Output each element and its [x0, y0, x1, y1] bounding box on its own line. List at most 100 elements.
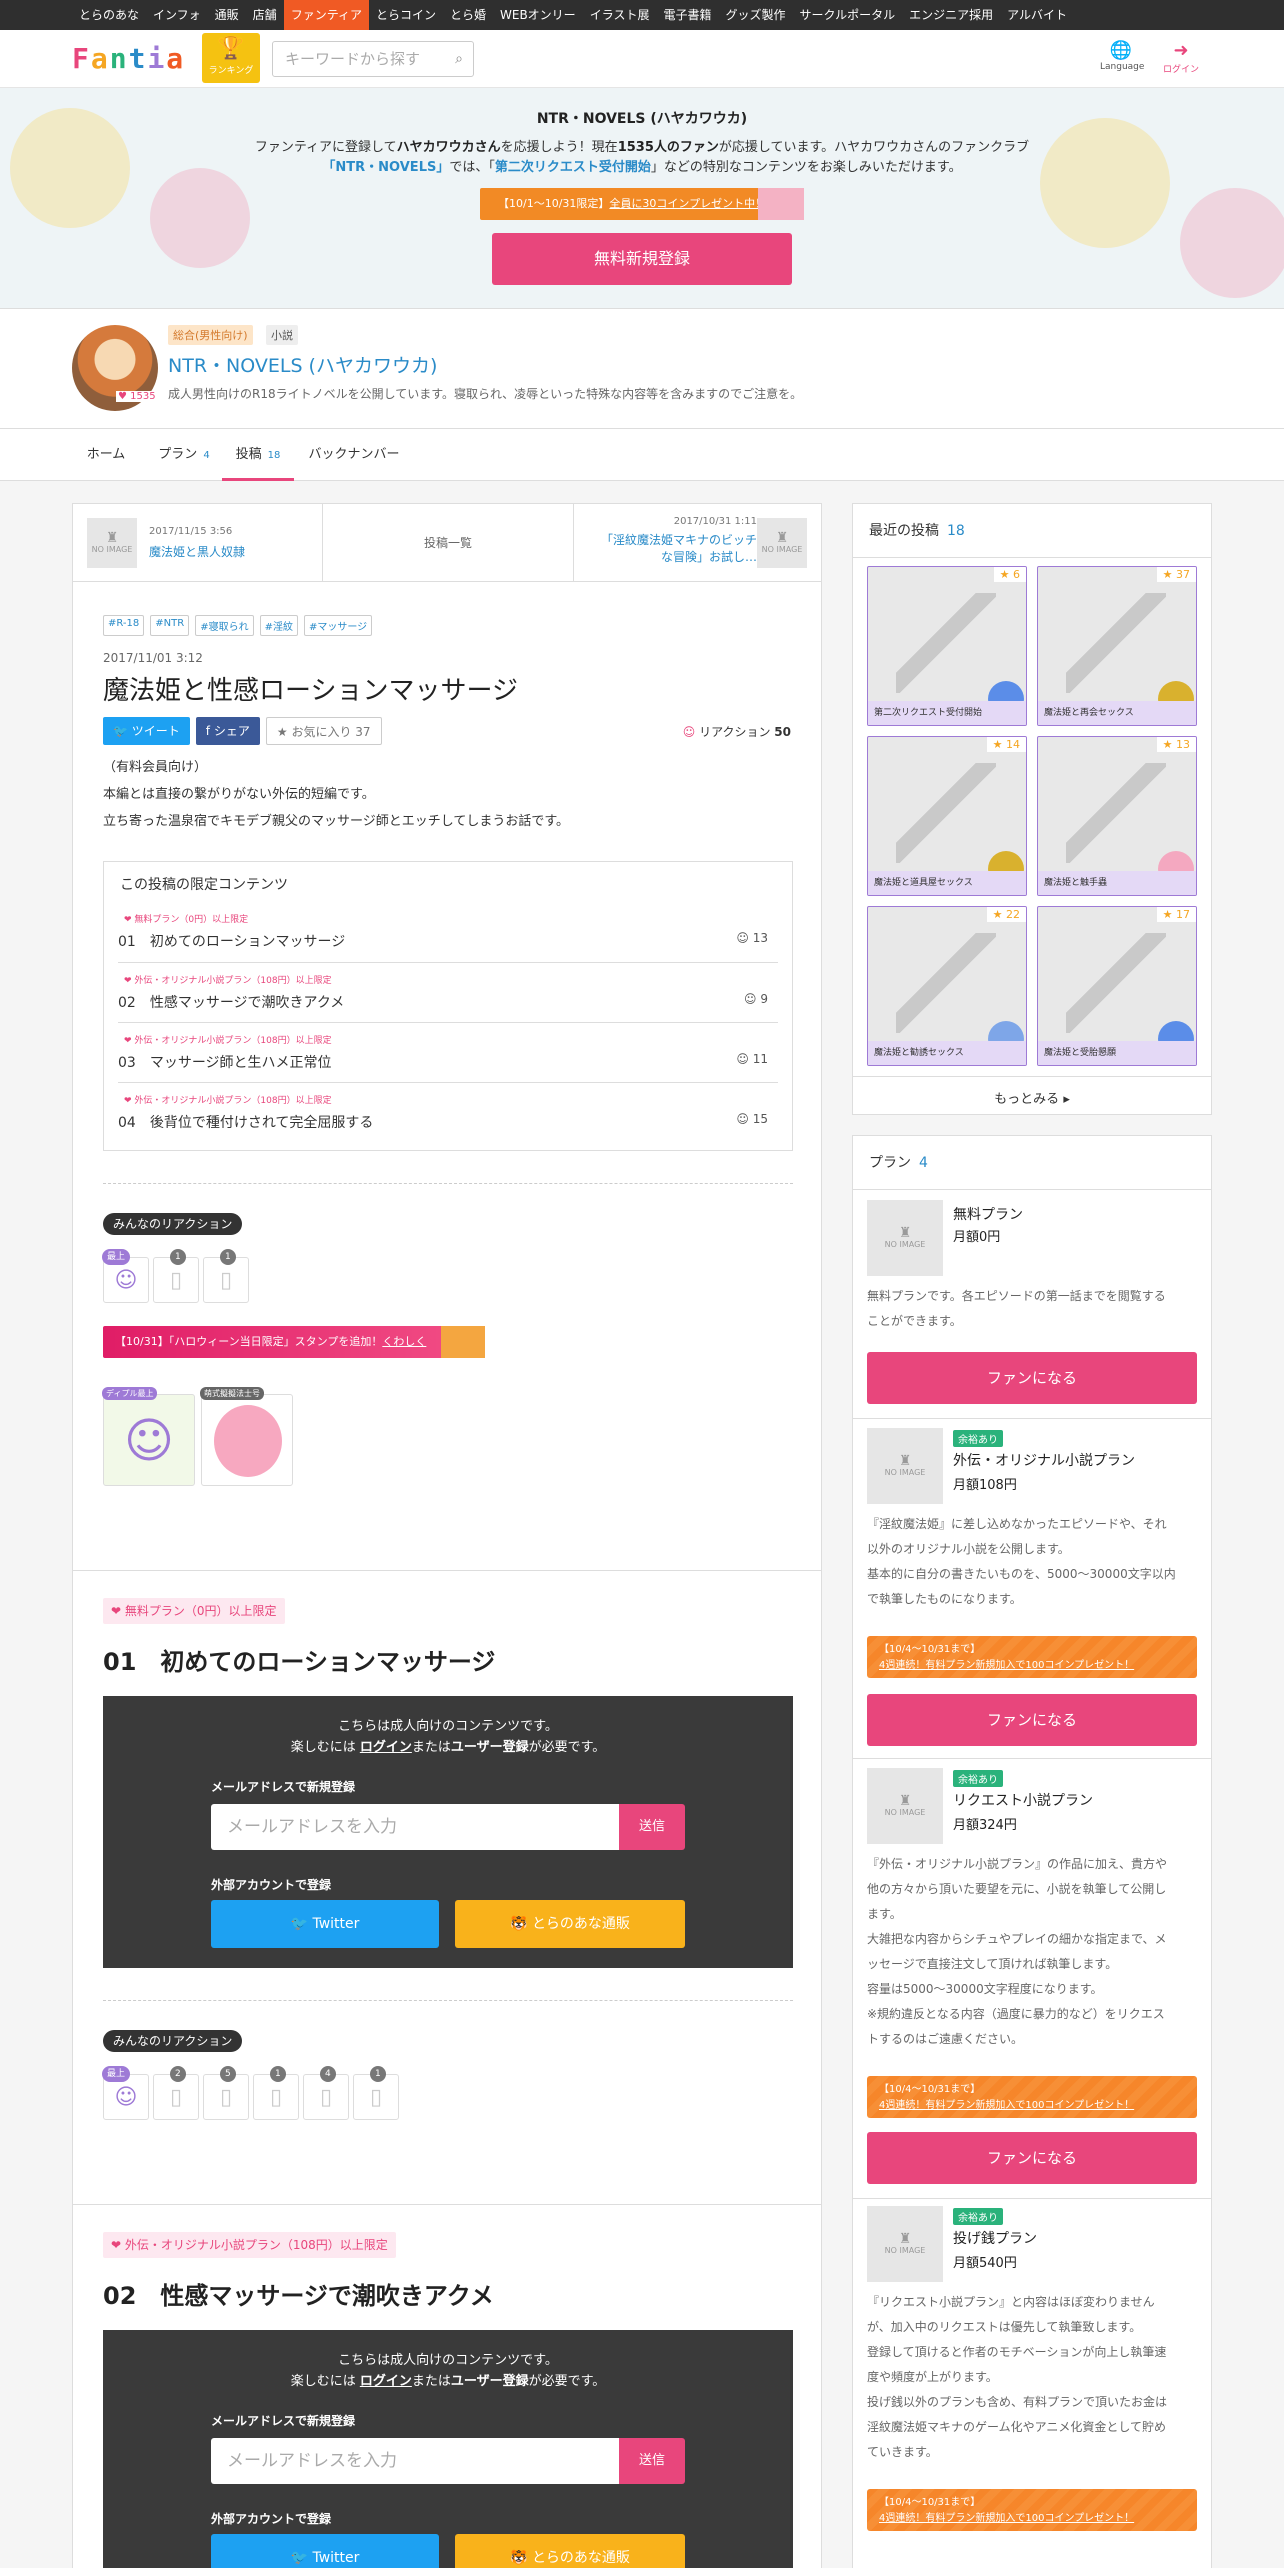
- reaction-button[interactable]: 1 ▯: [203, 1249, 249, 1303]
- recent-post-card[interactable]: ★ 13 魔法姫と触手蟲: [1037, 736, 1197, 896]
- divider: [103, 1183, 793, 1184]
- nav-store[interactable]: 店舗: [246, 0, 284, 30]
- recent-post-card[interactable]: ★ 22 魔法姫と勧誘セックス: [867, 906, 1027, 1066]
- send-button[interactable]: 送信: [619, 1804, 685, 1850]
- tab-plans[interactable]: プラン 4: [154, 429, 214, 481]
- login-button[interactable]: ➜ ログイン: [1160, 40, 1202, 75]
- nav-circle[interactable]: サークルポータル: [792, 0, 902, 30]
- heart-icon: ❤: [124, 1096, 132, 1106]
- tag[interactable]: #淫紋: [259, 615, 298, 636]
- login-icon: ➜: [1173, 40, 1189, 61]
- fan-join-button[interactable]: ファンになる: [867, 2132, 1197, 2184]
- tag[interactable]: #NTR: [150, 615, 190, 636]
- reaction-button[interactable]: 1 ▯: [253, 2066, 299, 2120]
- register-button[interactable]: 無料新規登録: [492, 233, 792, 285]
- limited-item-title: 02 性感マッサージで潮吹きアクメ: [118, 995, 345, 1011]
- reaction-button[interactable]: 最上 ☺: [102, 1249, 149, 1303]
- trophy-icon: 🏆: [217, 36, 245, 61]
- tag[interactable]: #寝取られ: [195, 615, 254, 636]
- reaction-summary: ☺ リアクション 50: [682, 725, 791, 739]
- toranoana-register-button[interactable]: 🐯 とらのあな通販: [455, 1900, 685, 1948]
- recent-post-card[interactable]: ★ 37 魔法姫と再会セックス: [1037, 566, 1197, 726]
- reaction-button[interactable]: 5 ▯: [203, 2066, 249, 2120]
- fan-join-button[interactable]: ファンになる: [867, 1352, 1197, 1404]
- send-button[interactable]: 送信: [619, 2438, 685, 2484]
- ranking-button[interactable]: 🏆 ランキング: [202, 33, 260, 83]
- nav-illust[interactable]: イラスト展: [583, 0, 657, 30]
- nav-engineer[interactable]: エンジニア採用: [902, 0, 1000, 30]
- limited-item-title: 01 初めてのローションマッサージ: [118, 934, 346, 950]
- twitter-register-button[interactable]: 🐦 Twitter: [211, 2534, 439, 2568]
- plan-description: 『リクエスト小説プラン』と内容はほぼ変わりません が、加入中のリクエストは優先して…: [867, 2295, 1168, 2459]
- tab-posts[interactable]: 投稿 18: [222, 429, 294, 481]
- nav-info[interactable]: インフォ: [146, 0, 208, 30]
- limited-item[interactable]: ❤ 外伝・オリジナル小説プラン（108円）以上限定 03 マッサージ師と生ハメ正…: [118, 1022, 778, 1082]
- email-input[interactable]: メールアドレスを入力: [211, 2438, 619, 2484]
- nav-web-only[interactable]: WEBオンリー: [493, 0, 583, 30]
- fan-join-button[interactable]: ファンになる: [867, 1694, 1197, 1746]
- plan-description: 『淫紋魔法姫』に差し込めなかったエピソードや、それ 以外のオリジナル小説を公開しま…: [867, 1517, 1176, 1606]
- search-icon[interactable]: ⌕: [455, 42, 463, 76]
- limited-item[interactable]: ❤ 外伝・オリジナル小説プラン（108円）以上限定 04 後背位で種付けされて完…: [118, 1082, 778, 1142]
- reaction-button[interactable]: 2 ▯: [153, 2066, 199, 2120]
- nav-goods[interactable]: グッズ製作: [718, 0, 792, 30]
- fanclub-hero: NTR・NOVELS (ハヤカワウカ) ファンティアに登録してハヤカワウカさんを…: [0, 88, 1284, 309]
- creator-name[interactable]: NTR・NOVELS (ハヤカワウカ): [168, 351, 437, 378]
- category-tag[interactable]: 総合(男性向け): [168, 325, 253, 345]
- next-post-thumbnail: ♜ NO IMAGE: [757, 518, 807, 568]
- prev-post-link[interactable]: ♜ NO IMAGE 2017/11/15 3:56 魔法姫と黒人奴隷: [73, 504, 323, 582]
- halloween-banner[interactable]: 【10/31】「ハロウィーン当日限定」スタンプを追加！くわしく: [103, 1326, 485, 1358]
- tag[interactable]: #R-18: [103, 615, 145, 636]
- no-image-icon: ♜: [898, 1224, 912, 1241]
- post-list-link[interactable]: 投稿一覧: [323, 504, 573, 582]
- recent-post-card[interactable]: ★ 14 魔法姫と道具屋セックス: [867, 736, 1027, 896]
- divider: [853, 1076, 1211, 1077]
- search-input[interactable]: キーワードから探す ⌕: [272, 41, 474, 77]
- smile-icon: ☺: [114, 1268, 138, 1293]
- nav-fantia[interactable]: ファンティア: [283, 0, 369, 30]
- genre-tag[interactable]: 小説: [266, 325, 298, 345]
- twitter-register-button[interactable]: 🐦 Twitter: [211, 1900, 439, 1948]
- nav-tsuhan[interactable]: 通販: [208, 0, 246, 30]
- tab-home[interactable]: ホーム: [86, 429, 126, 481]
- nav-toracoin[interactable]: とらコイン: [369, 0, 443, 30]
- toranoana-register-button[interactable]: 🐯 とらのあな通販: [455, 2534, 685, 2568]
- post-navigation: ♜ NO IMAGE 2017/11/15 3:56 魔法姫と黒人奴隷 投稿一覧 …: [73, 504, 821, 582]
- recent-post-card[interactable]: ★ 6 第二次リクエスト受付開始: [867, 566, 1027, 726]
- plan-campaign-banner[interactable]: 【10/4～10/31まで】 4週連続！有料プラン新規加入で100コインプレゼント…: [867, 2489, 1197, 2531]
- divider: [853, 1758, 1211, 1759]
- nav-job[interactable]: アルバイト: [1000, 0, 1074, 30]
- campaign-image: [758, 188, 804, 220]
- recent-post-card[interactable]: ★ 17 魔法姫と受胎懇願: [1037, 906, 1197, 1066]
- language-button[interactable]: 🌐 Language: [1100, 40, 1144, 72]
- email-input[interactable]: メールアドレスを入力: [211, 1804, 619, 1850]
- tweet-button[interactable]: 🐦 ツイート: [103, 717, 190, 745]
- tag[interactable]: #マッサージ: [303, 615, 373, 636]
- limited-item[interactable]: ❤ 外伝・オリジナル小説プラン（108円）以上限定 02 性感マッサージで潮吹き…: [118, 962, 778, 1022]
- prev-post-date: 2017/11/15 3:56: [149, 526, 233, 537]
- stamp-button[interactable]: ディプル最上 ☺: [102, 1387, 195, 1486]
- divider: [73, 1570, 821, 1571]
- reaction-button[interactable]: 4 ▯: [303, 2066, 349, 2120]
- reaction-button[interactable]: 1 ▯: [353, 2066, 399, 2120]
- reaction-button[interactable]: 1 ▯: [153, 1249, 199, 1303]
- post-body: （有料会員向け） 本編とは直接の繋がりがない外伝的短編です。 立ち寄った温泉宿で…: [103, 760, 570, 829]
- plan-campaign-banner[interactable]: 【10/4～10/31まで】 4週連続！有料プラン新規加入で100コインプレゼント…: [867, 2076, 1197, 2118]
- more-posts-link[interactable]: もっとみる ▸: [853, 1088, 1211, 1107]
- nav-toranoana[interactable]: とらのあな: [72, 0, 146, 30]
- coin-campaign-banner[interactable]: 【10/1～10/31限定】全員に30コインプレゼント中！: [480, 188, 804, 220]
- favorite-button[interactable]: ★ お気に入り 37: [265, 717, 382, 745]
- star-count: ★ 22: [986, 907, 1026, 922]
- next-post-link[interactable]: 2017/10/31 1:11 「淫紋魔法姫マキナのビッチ な冒険」お試し… ♜ N…: [573, 504, 821, 582]
- stamp-button[interactable]: 萌式擬擬法士号: [200, 1387, 293, 1486]
- nav-ebook[interactable]: 電子書籍: [656, 0, 718, 30]
- limited-item[interactable]: ❤ 無料プラン（0円）以上限定 01 初めてのローションマッサージ ☺ 13: [118, 902, 778, 962]
- fantia-logo[interactable]: Fantia: [72, 44, 185, 74]
- nav-torakon[interactable]: とら婚: [443, 0, 493, 30]
- reaction-button[interactable]: 最上 ☺: [102, 2066, 149, 2120]
- facebook-share-button[interactable]: f シェア: [195, 717, 260, 745]
- plan-campaign-banner[interactable]: 【10/4～10/31まで】 4週連続！有料プラン新規加入で100コインプレゼント…: [867, 1636, 1197, 1678]
- twitter-icon: 🐦: [290, 2550, 309, 2566]
- tab-backnumber[interactable]: バックナンバー: [306, 429, 402, 481]
- limited-title: この投稿の限定コンテンツ: [120, 877, 288, 893]
